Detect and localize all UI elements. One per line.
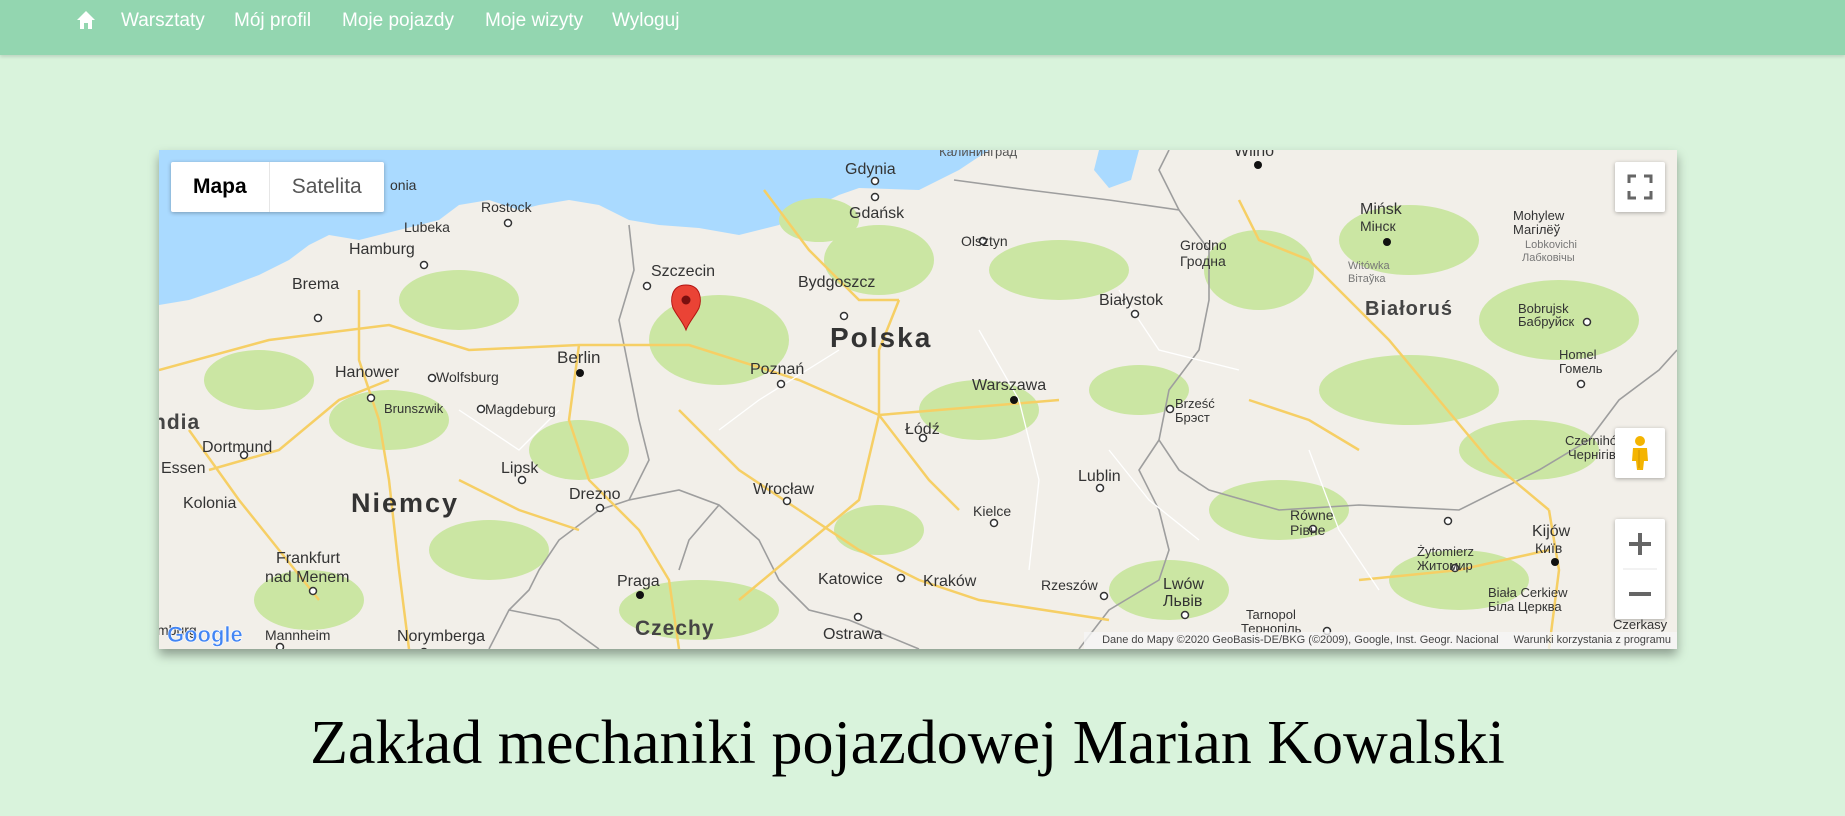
label-czechy: Czechy (635, 617, 715, 640)
label-bialorus: Białoruś (1365, 298, 1453, 320)
label-frankfurt2: nad Menem (265, 569, 350, 586)
label-rowne: Równe (1290, 507, 1334, 523)
map-canvas[interactable]: Калининград Wilno Gdynia Gdańsk Olsztyn … (159, 150, 1677, 649)
label-minsk: Mińsk (1360, 201, 1403, 218)
label-krakow: Kraków (923, 573, 977, 590)
company-title: Zakład mechaniki pojazdowej Marian Kowal… (310, 709, 1505, 777)
label-biala: Biała Cerkiew (1488, 585, 1568, 600)
label-poznan: Poznań (750, 361, 804, 378)
label-tarnopol: Tarnopol (1246, 607, 1296, 622)
label-lodz: Łódź (905, 421, 940, 438)
label-biala-ru: Біла Церква (1488, 599, 1562, 614)
label-katowice: Katowice (818, 571, 883, 588)
map-attribution: Dane do Mapy ©2020 GeoBasis-DE/BKG (©200… (1084, 632, 1677, 649)
nav-link-warsztaty[interactable]: Warsztaty (121, 10, 205, 32)
label-olsztyn: Olsztyn (961, 233, 1008, 249)
label-minsk-ru: Мінск (1360, 218, 1397, 234)
label-lwow-ru: Львів (1163, 593, 1202, 610)
street-view-button[interactable] (1615, 428, 1665, 478)
label-lobkovichi-ru: Лабковічы (1522, 252, 1575, 264)
label-brzesc-ru: Брэст (1175, 410, 1210, 425)
label-niemcy: Niemcy (351, 488, 459, 518)
nav-link-wyloguj[interactable]: Wyloguj (612, 10, 679, 32)
label-bobrujsk-ru: Бабруйск (1518, 314, 1575, 329)
label-lobkovichi: Lobkovichi (1525, 239, 1577, 251)
label-norymberga: Norymberga (397, 628, 485, 645)
label-czerkasy: Czerkasy (1613, 617, 1668, 632)
label-czernihow-ru: Чернігів (1568, 447, 1616, 462)
label-frankfurt: Frankfurt (276, 550, 341, 567)
map-type-map-button[interactable]: Mapa (171, 162, 269, 212)
label-witowka: Witówka (1348, 260, 1390, 272)
label-wolfsburg: Wolfsburg (436, 369, 499, 385)
label-bydgoszcz: Bydgoszcz (798, 274, 875, 291)
label-mohylew: Mohylew (1513, 208, 1565, 223)
terms-link[interactable]: Warunki korzystania z programu (1514, 634, 1671, 646)
fullscreen-icon (1627, 174, 1653, 200)
home-icon[interactable] (76, 10, 96, 30)
label-lublin: Lublin (1078, 468, 1121, 485)
zoom-control (1615, 519, 1665, 619)
label-kijow-ru: Київ (1535, 540, 1562, 556)
google-logo: Google (167, 622, 243, 647)
label-lubeka: Lubeka (404, 219, 450, 235)
top-navbar: Warsztaty Mój profil Moje pojazdy Moje w… (0, 0, 1845, 55)
nav-link-moje-pojazdy[interactable]: Moje pojazdy (342, 10, 454, 32)
map-type-satellite-button[interactable]: Satelita (268, 162, 384, 212)
map-type-control: Mapa Satelita (171, 162, 384, 212)
label-homel: Homel (1559, 347, 1597, 362)
pegman-icon (1632, 436, 1648, 470)
label-grodno-ru: Гродна (1180, 253, 1226, 269)
label-praga: Praga (617, 573, 660, 590)
label-witowka-ru: Вітаўка (1348, 273, 1386, 285)
label-rzeszow: Rzeszów (1041, 577, 1099, 593)
label-bremen: Brema (292, 276, 339, 293)
nav-link-moje-wizyty[interactable]: Moje wizyty (485, 10, 583, 32)
label-homel-ru: Гомель (1559, 361, 1603, 376)
label-mannheim: Mannheim (265, 627, 330, 643)
label-magdeburg: Magdeburg (485, 401, 556, 417)
map[interactable]: Калининград Wilno Gdynia Gdańsk Olsztyn … (159, 150, 1677, 649)
label-dia: ndia (159, 411, 200, 434)
label-kolonia: Kolonia (183, 495, 236, 512)
label-gdynia: Gdynia (845, 161, 896, 178)
label-zytomierz-ru: Житомир (1417, 558, 1473, 573)
fullscreen-button[interactable] (1615, 162, 1665, 212)
label-essen: Essen (161, 460, 205, 477)
map-data-attribution: Dane do Mapy ©2020 GeoBasis-DE/BKG (©200… (1102, 634, 1499, 646)
label-berlin: Berlin (557, 348, 600, 367)
label-szczecin: Szczecin (651, 263, 715, 280)
label-hanover: Hanower (335, 364, 400, 381)
label-drezno: Drezno (569, 486, 621, 503)
label-rowne-ru: Рівне (1290, 522, 1326, 538)
label-kijow: Kijów (1532, 523, 1571, 540)
label-mohylew-ru: Магілёў (1513, 222, 1561, 237)
label-warszawa: Warszawa (972, 377, 1046, 394)
label-wroclaw: Wrocław (753, 481, 814, 498)
label-lwow: Lwów (1163, 576, 1204, 593)
label-ostrawa: Ostrawa (823, 626, 883, 643)
zoom-in-icon[interactable] (1629, 533, 1651, 555)
label-rostock: Rostock (481, 199, 533, 215)
label-gdansk: Gdańsk (849, 205, 905, 222)
label-brunszwik: Brunszwik (384, 401, 444, 416)
label-onia: onia (390, 177, 417, 193)
label-grodno: Grodno (1180, 237, 1227, 253)
label-dortmund: Dortmund (202, 439, 272, 456)
label-kaliningrad: Калининград (939, 150, 1017, 159)
label-wilno: Wilno (1234, 150, 1274, 160)
label-hamburg: Hamburg (349, 241, 415, 258)
label-lipsk: Lipsk (501, 460, 539, 477)
label-brzesc: Brześć (1175, 396, 1215, 411)
nav-link-moj-profil[interactable]: Mój profil (234, 10, 311, 32)
label-bialystok: Białystok (1099, 292, 1164, 309)
label-polska: Polska (830, 322, 932, 353)
label-zytomierz: Żytomierz (1417, 544, 1474, 559)
label-kielce: Kielce (973, 503, 1011, 519)
